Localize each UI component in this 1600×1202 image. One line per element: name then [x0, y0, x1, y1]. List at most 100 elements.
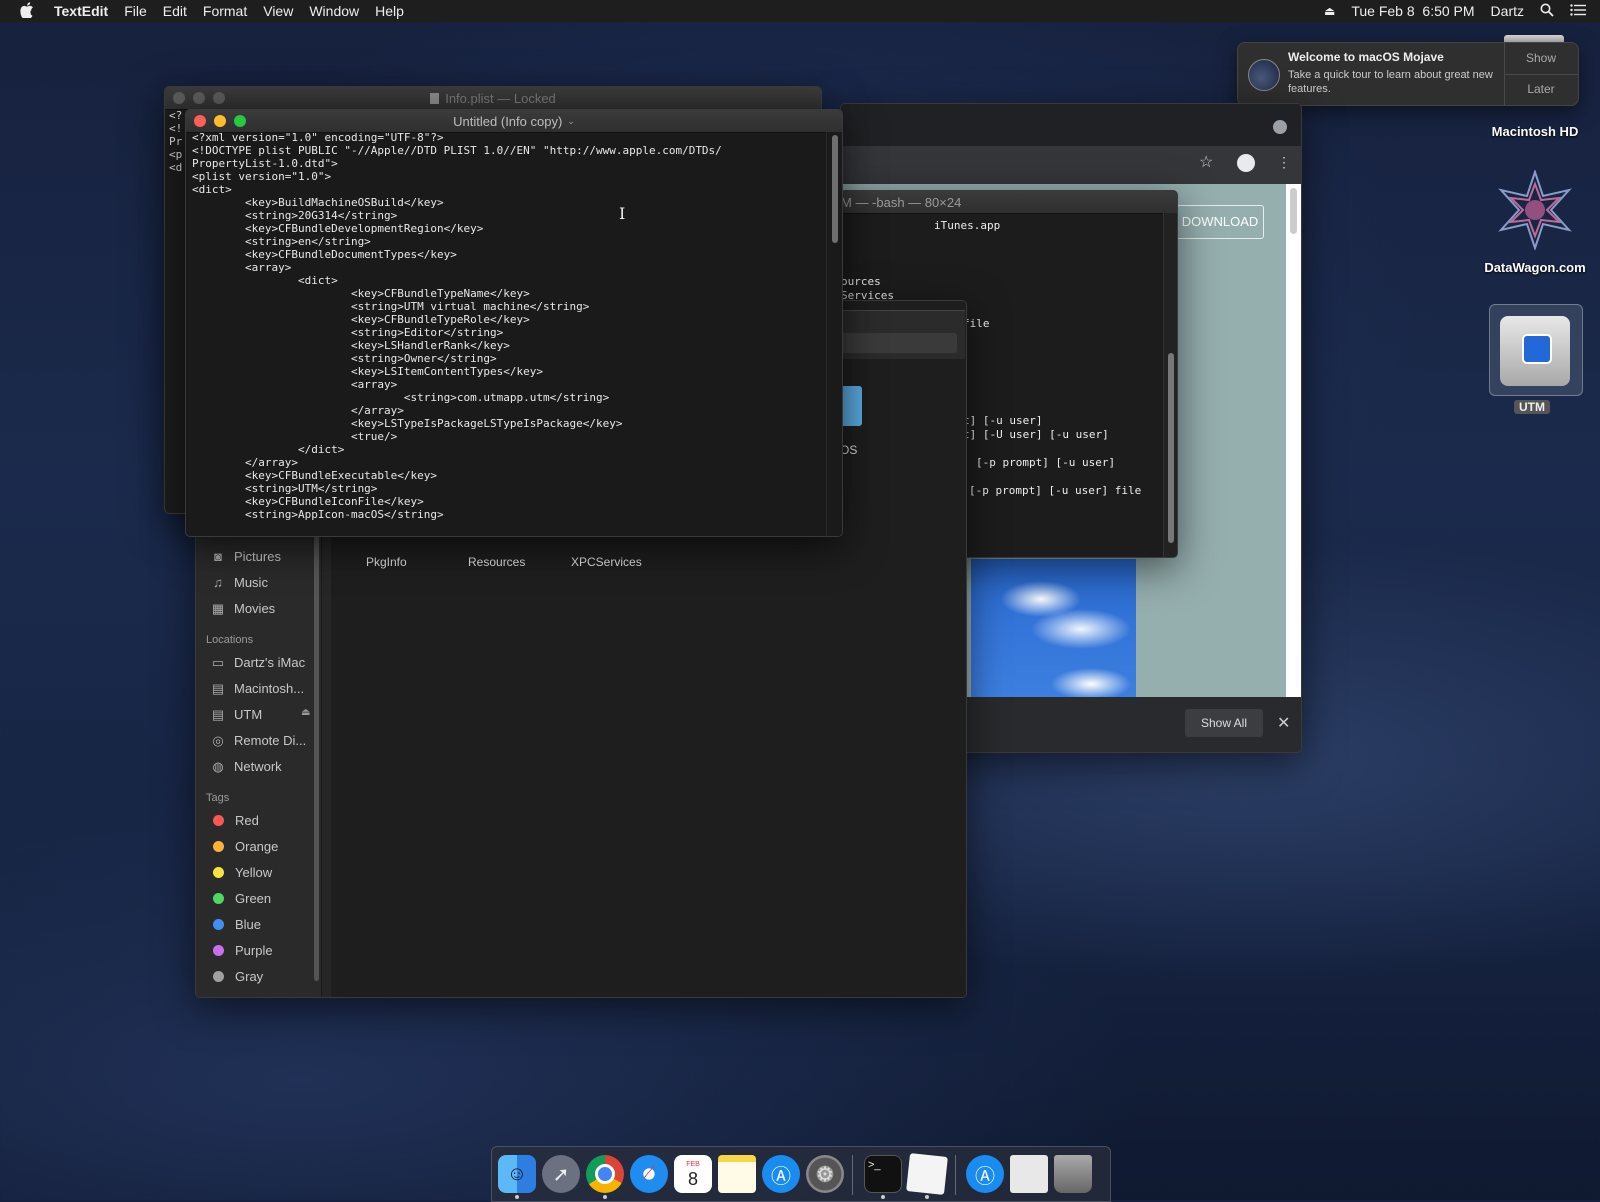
textedit-window[interactable]: Untitled (Info copy) ⌄ <?xml version="1.… [185, 109, 843, 537]
title-chevron-down-icon[interactable]: ⌄ [567, 116, 575, 127]
close-button[interactable] [194, 115, 206, 127]
terminal-line: t] [-U user] [-u user] [963, 428, 1109, 441]
close-button[interactable] [173, 92, 185, 104]
sidebar-tag-green[interactable]: Green [210, 891, 271, 906]
sidebar-item-music[interactable]: ♫ Music [210, 575, 268, 590]
desktop-item-label: UTM [1514, 400, 1550, 414]
sidebar-tag-orange[interactable]: Orange [210, 839, 278, 854]
dock-app-store-icon[interactable]: Ⓐ [762, 1155, 800, 1193]
terminal-scrollbar[interactable] [1163, 213, 1177, 557]
profile-avatar-icon[interactable] [1237, 154, 1255, 172]
sidebar-tag-gray[interactable]: Gray [210, 969, 263, 984]
notification-title: Welcome to macOS Mojave [1288, 50, 1444, 64]
sidebar-tag-purple[interactable]: Purple [210, 943, 273, 958]
menu-user[interactable]: Dartz [1483, 3, 1532, 19]
imac-icon: ▭ [211, 654, 225, 670]
sidebar-item-label: Gray [235, 969, 264, 984]
document-text-area[interactable]: <?xml version="1.0" encoding="UTF-8"?> <… [192, 131, 722, 521]
zoom-button[interactable] [234, 115, 246, 127]
notification-center-icon[interactable] [1562, 3, 1600, 19]
sky-image [971, 559, 1136, 697]
sidebar-item-macintosh[interactable]: ▤ Macintosh... [210, 681, 304, 696]
download-button[interactable]: DOWNLOAD [1176, 205, 1264, 239]
sidebar-item-label: Yellow [235, 865, 273, 880]
tag-green-dot-icon [213, 893, 224, 904]
sidebar-item-label: Blue [235, 917, 262, 932]
sidebar-item-label: Pictures [234, 549, 281, 564]
sidebar-tag-yellow[interactable]: Yellow [210, 865, 272, 880]
menu-app-name[interactable]: TextEdit [46, 3, 116, 19]
dock-calendar-icon[interactable]: FEB 8 [674, 1155, 712, 1193]
sidebar-scrollbar[interactable] [314, 531, 319, 981]
chrome-scrollbar[interactable] [1286, 184, 1301, 697]
sidebar-item-remote-disc[interactable]: ◎ Remote Di... [210, 733, 306, 748]
dock-app-store-downloads-icon[interactable]: Ⓐ [966, 1155, 1004, 1193]
chrome-menu-icon[interactable]: ⋮ [1277, 154, 1291, 171]
notification-later-button[interactable]: Later [1504, 74, 1578, 105]
apple-menu-icon[interactable] [0, 1, 46, 21]
dock-textedit-icon[interactable] [906, 1153, 948, 1195]
terminal-line: [-p prompt] [-u user] [976, 456, 1116, 469]
dock-separator [852, 1155, 853, 1195]
notification-banner[interactable]: Welcome to macOS Mojave Take a quick tou… [1237, 42, 1579, 106]
menu-format[interactable]: Format [195, 3, 255, 19]
close-download-shelf-icon[interactable]: ✕ [1277, 713, 1290, 733]
folder-partial-icon[interactable] [840, 386, 862, 426]
mojave-logo-icon [1248, 59, 1280, 91]
camera-icon: ◙ [214, 548, 222, 564]
tag-purple-dot-icon [213, 945, 224, 956]
dock-safari-icon[interactable]: ⟋ [630, 1155, 668, 1193]
sidebar-item-movies[interactable]: ▦ Movies [210, 601, 275, 616]
minimize-button[interactable] [214, 115, 226, 127]
window-title: Info.plist — Locked [445, 90, 556, 106]
dock-trash-icon[interactable] [1054, 1155, 1092, 1193]
dock: ☺ ➚ ⟋ FEB 8 Ⓐ ⚙ >_ Ⓐ [491, 1146, 1111, 1202]
sidebar-item-label: Red [235, 813, 259, 828]
terminal-title: M — -bash — 80×24 [841, 194, 962, 210]
eject-utm-icon[interactable]: ⏏ [301, 707, 310, 718]
minimize-button[interactable] [193, 92, 205, 104]
sidebar-item-utm[interactable]: ▤ UTM [210, 707, 262, 722]
bookmark-star-icon[interactable]: ☆ [1199, 152, 1213, 172]
menu-window[interactable]: Window [301, 3, 367, 19]
chrome-tab-search-icon[interactable] [1273, 120, 1287, 134]
dock-finder-icon[interactable]: ☺ [498, 1155, 536, 1193]
textedit-back-titlebar[interactable]: Info.plist — Locked [165, 87, 821, 110]
sidebar-tag-blue[interactable]: Blue [210, 917, 261, 932]
eject-icon[interactable]: ⏏ [1316, 4, 1343, 18]
sidebar-item-dartz-imac[interactable]: ▭ Dartz's iMac [210, 655, 305, 670]
datawagon-logo-icon [1498, 170, 1572, 250]
dock-terminal-icon[interactable]: >_ [864, 1155, 902, 1193]
notification-show-button[interactable]: Show [1504, 43, 1578, 75]
sidebar-item-pictures[interactable]: ◙ Pictures [210, 549, 281, 564]
music-note-icon: ♫ [213, 574, 223, 590]
sidebar-tag-red[interactable]: Red [210, 813, 259, 828]
sidebar-item-label: Remote Di... [234, 733, 307, 748]
menu-help[interactable]: Help [367, 3, 412, 19]
finder-search-field[interactable] [840, 333, 957, 353]
sidebar-item-label: Macintosh... [234, 681, 305, 696]
textedit-scrollbar[interactable] [826, 132, 842, 536]
dock-launchpad-icon[interactable]: ➚ [542, 1155, 580, 1193]
zoom-button[interactable] [213, 92, 225, 104]
dock-notes-icon[interactable] [718, 1155, 756, 1193]
running-indicator-icon [925, 1195, 929, 1199]
menu-file[interactable]: File [116, 3, 155, 19]
terminal-titlebar[interactable]: M — -bash — 80×24 [841, 191, 1177, 214]
peek-line: <! [169, 122, 183, 135]
document-proxy-icon[interactable] [430, 92, 440, 104]
menu-edit[interactable]: Edit [155, 3, 195, 19]
dock-chrome-icon[interactable] [586, 1155, 624, 1193]
dock-document-icon[interactable] [1010, 1155, 1048, 1193]
peek-line: <? [169, 109, 183, 122]
finder-header-strip [840, 310, 965, 359]
menu-clock[interactable]: Tue Feb 8 6:50 PM [1343, 3, 1482, 19]
dock-system-preferences-icon[interactable]: ⚙ [806, 1155, 844, 1193]
menu-view[interactable]: View [255, 3, 301, 19]
dock-separator [955, 1155, 956, 1195]
chrome-tabstrip [841, 104, 1301, 146]
spotlight-search-icon[interactable] [1532, 3, 1562, 20]
textedit-titlebar[interactable]: Untitled (Info copy) ⌄ [186, 110, 842, 133]
sidebar-item-network[interactable]: ◍ Network [210, 759, 281, 774]
show-all-downloads-button[interactable]: Show All [1185, 709, 1263, 737]
